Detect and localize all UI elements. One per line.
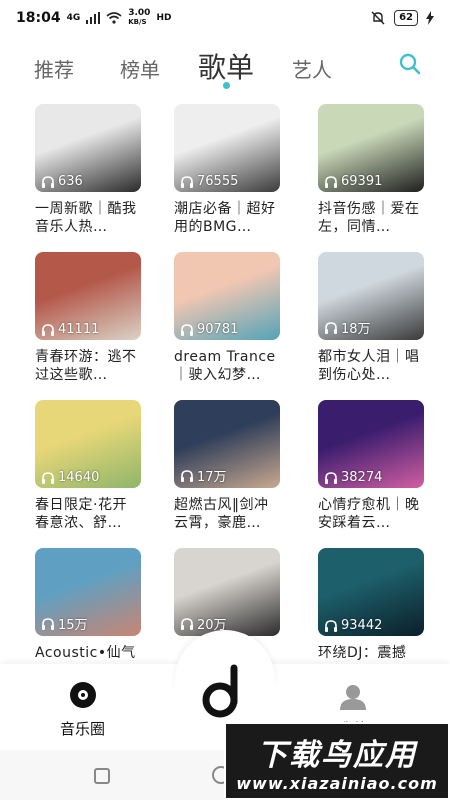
playlist-cover-image: 41111: [35, 252, 141, 340]
status-left: 18:04 4G 3.00 KB/S HD: [16, 9, 171, 27]
play-count: 41111: [41, 322, 99, 337]
tab-playlists[interactable]: 歌单: [198, 46, 254, 86]
signal-icon: [86, 12, 101, 24]
playlist-cover-image: 38274: [318, 400, 424, 488]
play-count: 18万: [324, 318, 371, 337]
playlist-card[interactable]: 17万超燃古风‖剑冲云霄，豪鹿…: [174, 400, 280, 532]
headphones-icon: [42, 617, 54, 630]
playlist-card[interactable]: 14640 春日限定·花开春意浓、舒…: [35, 400, 141, 532]
playlist-card[interactable]: 18万都市女人泪｜唱到伤心处…: [318, 252, 424, 384]
play-count: 17万: [180, 466, 227, 485]
net-speed-value: 3.00: [128, 8, 151, 18]
playlist-title: 青春环游：逃不过这些歌…: [35, 349, 137, 383]
play-count-value: 76555: [197, 174, 239, 189]
play-count: 38274: [324, 470, 382, 485]
net-speed-unit: KB/S: [128, 18, 147, 26]
user-icon: [340, 685, 366, 710]
battery-level: 62: [394, 10, 418, 26]
headphones-icon: [325, 321, 337, 334]
watermark: 下载鸟应用 www.xiazainiao.com: [224, 722, 450, 800]
playlist-title: 抖音伤感｜爱在左，同情…: [318, 201, 420, 235]
status-bar: 18:04 4G 3.00 KB/S HD 62: [0, 0, 450, 36]
play-count-value: 14640: [58, 470, 100, 485]
playlist-title: dream Trance｜驶入幻梦…: [174, 349, 276, 383]
play-count-value: 636: [58, 174, 83, 189]
playlist-card[interactable]: 636 一周新歌｜酷我音乐人热…: [35, 104, 141, 236]
headphones-icon: [181, 175, 193, 188]
play-count: 69391: [324, 174, 382, 189]
headphones-icon: [181, 617, 193, 630]
headphones-icon: [325, 471, 337, 484]
play-count: 76555: [180, 174, 238, 189]
hd-label: HD: [156, 12, 172, 23]
playlist-cover-image: 14640: [35, 400, 141, 488]
playlist-cover-image: 20万: [174, 548, 280, 636]
tab-charts[interactable]: 榜单: [120, 54, 160, 83]
playlist-cover-image: 17万: [174, 400, 280, 488]
play-count-value: 41111: [58, 322, 100, 337]
playlist-cover-image: 18万: [318, 252, 424, 340]
playlist-card[interactable]: 69391 抖音伤感｜爱在左，同情…: [318, 104, 424, 236]
playlist-card[interactable]: 41111 青春环游：逃不过这些歌…: [35, 252, 141, 384]
headphones-icon: [42, 175, 54, 188]
playlist-card[interactable]: 38274 心情疗愈机｜晚安踩着云…: [318, 400, 424, 532]
record-icon: [69, 682, 96, 708]
playlist-card[interactable]: 90781 dream Trance｜驶入幻梦…: [174, 252, 280, 384]
clock: 18:04: [16, 10, 61, 26]
play-count: 93442: [324, 618, 382, 633]
playlist-cover-image: 15万: [35, 548, 141, 636]
playlist-card[interactable]: 15万 Acoustic•仙气: [35, 548, 141, 680]
play-count: 90781: [180, 322, 238, 337]
play-count-value: 90781: [197, 322, 239, 337]
playlist-title: 心情疗愈机｜晚安踩着云…: [318, 497, 420, 531]
play-count-value: 15万: [58, 618, 88, 633]
playlist-cover-image: 69391: [318, 104, 424, 192]
nav-music-circle[interactable]: 音乐圈: [60, 680, 105, 739]
playlist-title: 春日限定·花开春意浓、舒…: [35, 497, 127, 531]
headphones-icon: [42, 471, 54, 484]
playlist-cover-image: 93442: [318, 548, 424, 636]
nav-music-circle-label: 音乐圈: [60, 720, 106, 738]
headphones-icon: [42, 323, 54, 336]
playlist-cover-image: 76555: [174, 104, 280, 192]
signal-label: 4G: [66, 12, 81, 23]
playlist-cover-image: 90781: [174, 252, 280, 340]
headphones-icon: [181, 469, 193, 482]
play-count: 14640: [41, 470, 99, 485]
mute-bell-icon: [371, 11, 385, 25]
tab-recommend[interactable]: 推荐: [34, 54, 74, 83]
active-tab-indicator: [223, 82, 230, 89]
play-count: 15万: [41, 614, 88, 633]
playlist-title: 潮店必备｜超好用的BMG…: [174, 201, 276, 235]
play-count-value: 38274: [341, 470, 383, 485]
playlist-cover-image: 636: [35, 104, 141, 192]
recent-apps-icon[interactable]: [94, 768, 110, 784]
search-icon[interactable]: [398, 52, 422, 76]
headphones-icon: [325, 619, 337, 632]
tab-artists[interactable]: 艺人: [292, 54, 332, 83]
play-count-value: 18万: [341, 322, 371, 337]
playlist-title: 超燃古风‖剑冲云霄，豪鹿…: [174, 497, 269, 531]
charging-icon: [426, 11, 434, 25]
playlist-card[interactable]: 93442 环绕DJ：震撼: [318, 548, 424, 680]
play-count: 636: [41, 174, 83, 189]
headphones-icon: [325, 175, 337, 188]
play-count-value: 93442: [341, 618, 383, 633]
music-note-logo-icon[interactable]: [200, 660, 250, 718]
play-count-value: 17万: [197, 470, 227, 485]
wifi-icon: [106, 12, 122, 24]
status-right: 62: [370, 10, 434, 26]
headphones-icon: [181, 323, 193, 336]
watermark-url: www.xiazainiao.com: [236, 774, 438, 793]
playlist-title: 都市女人泪｜唱到伤心处…: [318, 349, 420, 383]
watermark-title: 下载鸟应用: [257, 738, 417, 773]
playlist-title: 一周新歌｜酷我音乐人热…: [35, 201, 137, 235]
play-count-value: 69391: [341, 174, 383, 189]
playlist-card[interactable]: 76555 潮店必备｜超好用的BMG…: [174, 104, 280, 236]
